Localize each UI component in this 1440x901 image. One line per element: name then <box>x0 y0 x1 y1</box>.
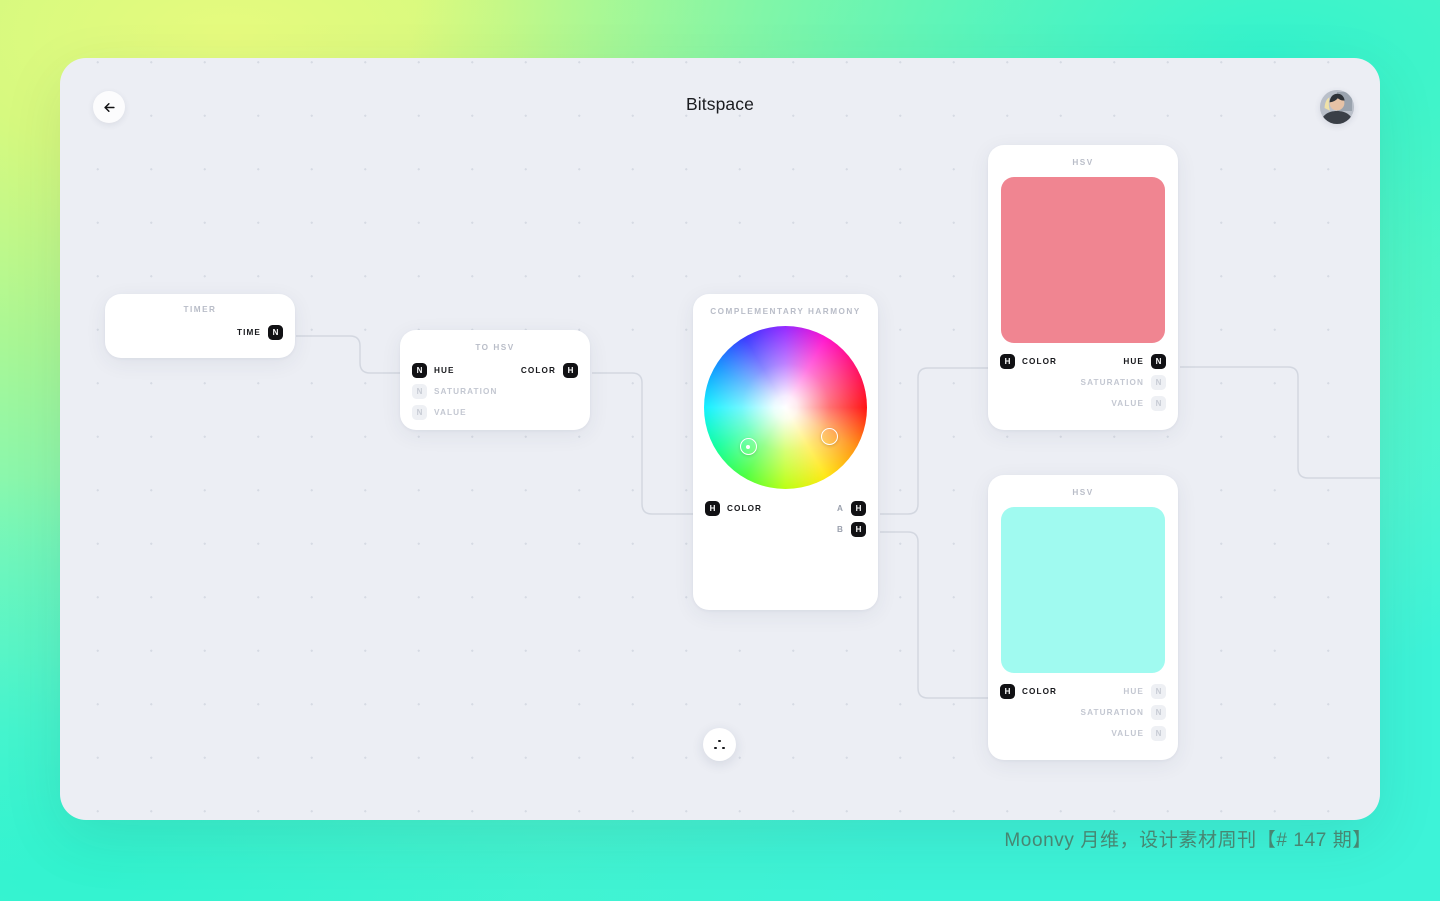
port-row: H COLOR A H <box>693 499 878 517</box>
node-hsv-1[interactable]: HSV H COLOR HUE N SATURATION N VALUE N <box>988 145 1178 430</box>
port-row: VALUE N <box>988 394 1178 412</box>
port-label: COLOR <box>1022 356 1058 366</box>
port-badge-h[interactable]: H <box>563 362 578 378</box>
three-dots-icon <box>714 746 717 750</box>
port-badge-n[interactable]: N <box>1151 374 1166 390</box>
port-label: HUE <box>434 365 455 375</box>
port-label: HUE <box>1123 686 1144 696</box>
node-canvas[interactable]: Bitspace TIMER TIME N TO HSV N HUE COLOR… <box>60 58 1380 820</box>
port-label: SATURATION <box>1080 707 1144 717</box>
output-port-saturation[interactable]: SATURATION N <box>1080 374 1166 390</box>
port-badge-n[interactable]: N <box>1151 725 1166 741</box>
port-row: SATURATION N <box>988 703 1178 721</box>
port-label: A <box>836 503 844 513</box>
port-row: N HUE COLOR H <box>400 361 590 379</box>
input-port-color[interactable]: H COLOR <box>705 500 763 516</box>
input-port-color[interactable]: H COLOR <box>1000 683 1058 699</box>
color-wheel-handle-a[interactable] <box>739 438 757 456</box>
port-label: B <box>836 524 844 534</box>
node-harmony-title: COMPLEMENTARY HARMONY <box>710 307 861 316</box>
page-title: Bitspace <box>686 94 754 114</box>
output-port-value[interactable]: VALUE N <box>1111 395 1166 411</box>
port-badge-h[interactable]: H <box>1000 353 1015 369</box>
avatar[interactable] <box>1320 90 1354 124</box>
port-badge-n[interactable]: N <box>412 362 427 378</box>
port-badge-n[interactable]: N <box>412 404 427 420</box>
port-row: TIME N <box>105 323 295 341</box>
input-port-hue[interactable]: N HUE <box>412 362 455 378</box>
output-port-hue[interactable]: HUE N <box>1123 353 1166 369</box>
port-badge-n[interactable]: N <box>412 383 427 399</box>
port-label: SATURATION <box>1080 377 1144 387</box>
port-label: HUE <box>1123 356 1144 366</box>
output-port-b[interactable]: B H <box>836 521 866 537</box>
node-complementary-harmony[interactable]: COMPLEMENTARY HARMONY H COLOR A H B H <box>693 294 878 610</box>
node-hsv-1-title: HSV <box>1072 158 1094 167</box>
port-row: N SATURATION <box>400 382 590 400</box>
output-port-time[interactable]: TIME N <box>237 324 283 340</box>
three-dots-icon <box>718 739 721 743</box>
port-badge-n[interactable]: N <box>1151 395 1166 411</box>
port-row: H COLOR HUE N <box>988 352 1178 370</box>
port-row: VALUE N <box>988 724 1178 742</box>
node-timer[interactable]: TIMER TIME N <box>105 294 295 358</box>
port-badge-h[interactable]: H <box>1000 683 1015 699</box>
port-label: VALUE <box>1111 728 1144 738</box>
three-dots-icon <box>722 746 725 750</box>
port-badge-n[interactable]: N <box>1151 704 1166 720</box>
input-port-value[interactable]: N VALUE <box>412 404 467 420</box>
output-port-a[interactable]: A H <box>836 500 866 516</box>
canvas-menu-button[interactable] <box>703 728 736 761</box>
color-wheel-handle-b[interactable] <box>821 428 838 446</box>
port-label: VALUE <box>434 407 467 417</box>
port-badge-n[interactable]: N <box>268 324 283 340</box>
node-to-hsv[interactable]: TO HSV N HUE COLOR H N SATURATION N VALU… <box>400 330 590 430</box>
output-port-value[interactable]: VALUE N <box>1111 725 1166 741</box>
port-label: VALUE <box>1111 398 1144 408</box>
input-port-saturation[interactable]: N SATURATION <box>412 383 498 399</box>
output-port-hue[interactable]: HUE N <box>1123 683 1166 699</box>
port-row: B H <box>693 520 878 538</box>
input-port-color[interactable]: H COLOR <box>1000 353 1058 369</box>
watermark: Moonvy 月维，设计素材周刊【# 147 期】 <box>1004 830 1372 851</box>
port-row: N VALUE <box>400 403 590 421</box>
port-label: COLOR <box>1022 686 1058 696</box>
port-row: SATURATION N <box>988 373 1178 391</box>
node-hsv-2[interactable]: HSV H COLOR HUE N SATURATION N VALUE N <box>988 475 1178 760</box>
port-badge-h[interactable]: H <box>851 521 866 537</box>
node-hsv-2-title: HSV <box>1072 488 1094 497</box>
port-badge-h[interactable]: H <box>851 500 866 516</box>
port-row: H COLOR HUE N <box>988 682 1178 700</box>
output-port-color[interactable]: COLOR H <box>520 362 578 378</box>
port-label: TIME <box>237 327 261 337</box>
color-swatch-teal <box>1001 507 1165 673</box>
color-wheel[interactable] <box>704 326 867 489</box>
avatar-photo <box>1320 90 1354 124</box>
port-badge-h[interactable]: H <box>705 500 720 516</box>
color-swatch-pink <box>1001 177 1165 343</box>
port-badge-n[interactable]: N <box>1151 353 1166 369</box>
port-label: COLOR <box>727 503 763 513</box>
node-to-hsv-title: TO HSV <box>475 343 515 352</box>
output-port-saturation[interactable]: SATURATION N <box>1080 704 1166 720</box>
port-label: COLOR <box>520 365 556 375</box>
port-badge-n[interactable]: N <box>1151 683 1166 699</box>
port-label: SATURATION <box>434 386 498 396</box>
node-timer-title: TIMER <box>183 305 217 314</box>
